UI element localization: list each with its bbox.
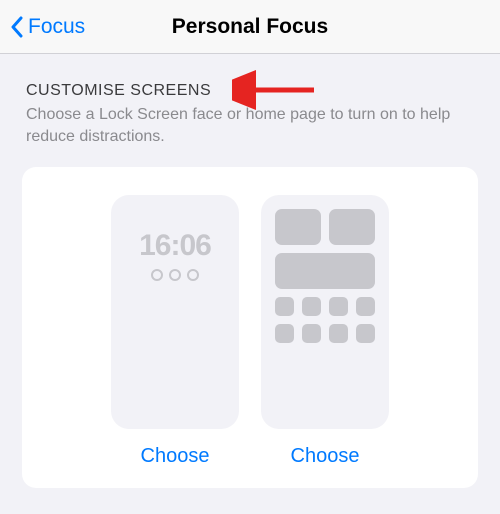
customise-card: 16:06 Choose (22, 167, 478, 488)
home-grid (271, 209, 379, 343)
choose-home-screen-button[interactable]: Choose (291, 445, 360, 468)
lock-dots (121, 269, 229, 281)
app-icon (356, 297, 375, 316)
dot-icon (151, 269, 163, 281)
home-screen-preview[interactable] (261, 195, 389, 429)
choose-lock-screen-button[interactable]: Choose (141, 445, 210, 468)
nav-bar: Focus Personal Focus (0, 0, 500, 54)
widget-icon (329, 209, 375, 245)
lock-time: 16:06 (121, 229, 229, 263)
content: CUSTOMISE SCREENS Choose a Lock Screen f… (0, 54, 500, 488)
widget-wide-icon (275, 253, 375, 289)
home-screen-option: Choose (261, 195, 389, 468)
app-icon (329, 297, 348, 316)
dot-icon (169, 269, 181, 281)
app-icon (275, 324, 294, 343)
section-subtext: Choose a Lock Screen face or home page t… (22, 104, 478, 147)
app-icon (302, 297, 321, 316)
back-label: Focus (28, 15, 85, 39)
lock-screen-option: 16:06 Choose (111, 195, 239, 468)
page-title: Personal Focus (172, 15, 328, 39)
app-icon (356, 324, 375, 343)
chevron-left-icon (10, 16, 24, 38)
app-icon (329, 324, 348, 343)
screens-row: 16:06 Choose (42, 195, 458, 468)
dot-icon (187, 269, 199, 281)
lock-screen-preview[interactable]: 16:06 (111, 195, 239, 429)
back-button[interactable]: Focus (10, 15, 85, 39)
section-header: CUSTOMISE SCREENS (22, 82, 478, 100)
app-icon (302, 324, 321, 343)
widget-icon (275, 209, 321, 245)
app-icon (275, 297, 294, 316)
